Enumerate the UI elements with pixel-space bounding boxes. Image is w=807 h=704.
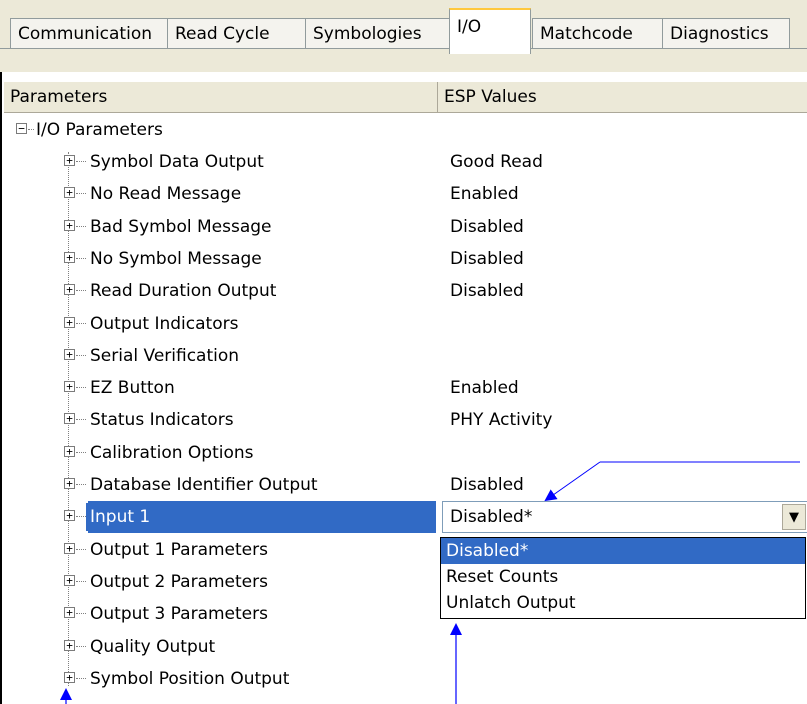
tree-row-quality-output[interactable]: + Quality Output (4, 631, 807, 665)
expand-icon[interactable]: + (64, 284, 75, 296)
dropdown-arrow-icon[interactable]: ▼ (782, 504, 806, 531)
tree-row-label: No Read Message (90, 184, 242, 205)
expand-icon[interactable]: + (64, 574, 75, 586)
tree-row-serial-verification[interactable]: + Serial Verification (4, 340, 807, 374)
expand-icon[interactable]: + (64, 316, 75, 328)
tree-connector (76, 225, 86, 227)
expand-icon[interactable]: + (64, 187, 75, 199)
tree-connector (76, 516, 86, 518)
expand-icon[interactable]: + (64, 510, 75, 522)
tree-row-symbol-data-output[interactable]: + Symbol Data Output Good Read (4, 146, 807, 180)
tree-row-value: Disabled (450, 248, 524, 269)
tree-row-no-read-message[interactable]: + No Read Message Enabled (4, 178, 807, 212)
tab-baseline (0, 48, 807, 55)
tree-connector (76, 451, 86, 453)
column-header: Parameters ESP Values (4, 82, 807, 113)
tree-row-value: Disabled (450, 216, 524, 237)
tree-row-label: EZ Button (90, 378, 175, 399)
tree-connector (76, 548, 86, 550)
tree-row-input-1[interactable]: + Input 1 Disabled* ▼ (4, 501, 807, 535)
tab-communication[interactable]: Communication (10, 18, 168, 48)
tree-connector (76, 387, 86, 389)
tree-row-label: Serial Verification (90, 345, 240, 366)
tree-row-label: Symbol Position Output (90, 668, 290, 689)
expand-icon[interactable]: + (64, 413, 75, 425)
tab-strip: Communication Read Cycle Symbologies I/O… (0, 0, 807, 73)
tree-row-no-symbol-message[interactable]: + No Symbol Message Disabled (4, 243, 807, 277)
tree-connector (76, 484, 86, 485)
tree-connector (76, 580, 86, 582)
tree-row-label: Bad Symbol Message (90, 216, 272, 237)
tree-row-label: Output Indicators (90, 313, 239, 334)
tree-connector (76, 677, 86, 679)
expand-icon[interactable]: + (64, 639, 75, 651)
tree-row-database-identifier-output[interactable]: + Database Identifier Output Disabled (4, 469, 807, 503)
tab-diagnostics[interactable]: Diagnostics (662, 18, 790, 48)
tree-row-value: Disabled (450, 281, 524, 302)
tree-row-calibration-options[interactable]: + Calibration Options (4, 437, 807, 471)
expand-icon[interactable]: + (64, 155, 75, 166)
combobox-value: Disabled* (450, 507, 533, 528)
tab-read-cycle[interactable]: Read Cycle (167, 18, 306, 48)
tree-label: I/O Parameters (36, 120, 163, 140)
tree-connector (76, 193, 86, 195)
tree-connector (76, 257, 86, 259)
tree-row-label: Input 1 (86, 503, 155, 532)
expand-icon[interactable]: + (64, 348, 75, 360)
tree-row-label: Output 1 Parameters (90, 539, 268, 560)
tree-row-label: Status Indicators (90, 410, 234, 431)
expand-icon[interactable]: + (64, 445, 75, 457)
tree-connector (76, 322, 86, 324)
tree-connector (76, 290, 86, 292)
collapse-icon[interactable]: − (16, 123, 27, 134)
dropdown-option-unlatch-output[interactable]: Unlatch Output (441, 590, 805, 616)
input1-value-combobox[interactable]: Disabled* ▼ (442, 501, 807, 534)
tree-row-value: Enabled (450, 378, 519, 399)
tree-row-status-indicators[interactable]: + Status Indicators PHY Activity (4, 404, 807, 438)
expand-icon[interactable]: + (64, 381, 75, 393)
tree-row-label: Output 3 Parameters (90, 604, 268, 625)
header-esp-values[interactable]: ESP Values (438, 82, 807, 112)
tab-matchcode[interactable]: Matchcode (532, 18, 663, 48)
header-parameters[interactable]: Parameters (4, 82, 438, 112)
tab-symbologies[interactable]: Symbologies (305, 18, 451, 48)
tree-row-value: Good Read (450, 152, 543, 172)
tab-io[interactable]: I/O (449, 8, 531, 54)
tree-connector (76, 161, 86, 162)
expand-icon[interactable]: + (64, 542, 75, 554)
tree-row-read-duration-output[interactable]: + Read Duration Output Disabled (4, 275, 807, 309)
tree-connector (76, 354, 86, 356)
dropdown-option-reset-counts[interactable]: Reset Counts (441, 564, 805, 590)
expand-icon[interactable]: + (64, 671, 75, 683)
tree-row-label: Read Duration Output (90, 281, 277, 302)
tree-row-label: No Symbol Message (90, 248, 262, 269)
tree-row-output-indicators[interactable]: + Output Indicators (4, 308, 807, 342)
tree-connector (76, 419, 86, 421)
expand-icon[interactable]: + (64, 251, 75, 263)
tree-connector (76, 613, 86, 615)
tree-row-bad-symbol-message[interactable]: + Bad Symbol Message Disabled (4, 211, 807, 245)
tree-row-value: PHY Activity (450, 410, 553, 431)
tree-row-value: Disabled (450, 475, 524, 495)
expand-icon[interactable]: + (64, 219, 75, 231)
tree-connector (76, 645, 86, 647)
tree-row-label: Symbol Data Output (90, 152, 264, 172)
tree-row-value: Enabled (450, 184, 519, 205)
expand-icon[interactable]: + (64, 478, 75, 489)
tree-row-symbol-position-output[interactable]: + Symbol Position Output (4, 663, 807, 697)
tree-row-label: Output 2 Parameters (90, 571, 268, 592)
expand-icon[interactable]: + (64, 607, 75, 619)
dropdown-option-disabled[interactable]: Disabled* (441, 538, 805, 564)
tree-root-io-parameters[interactable]: − I/O Parameters (4, 114, 807, 148)
tree-row-label: Quality Output (90, 636, 216, 657)
tree-row-ez-button[interactable]: + EZ Button Enabled (4, 372, 807, 406)
tree-row-label: Calibration Options (90, 442, 254, 463)
input1-dropdown-list[interactable]: Disabled* Reset Counts Unlatch Output (440, 537, 806, 619)
tree-row-label: Database Identifier Output (90, 475, 318, 495)
